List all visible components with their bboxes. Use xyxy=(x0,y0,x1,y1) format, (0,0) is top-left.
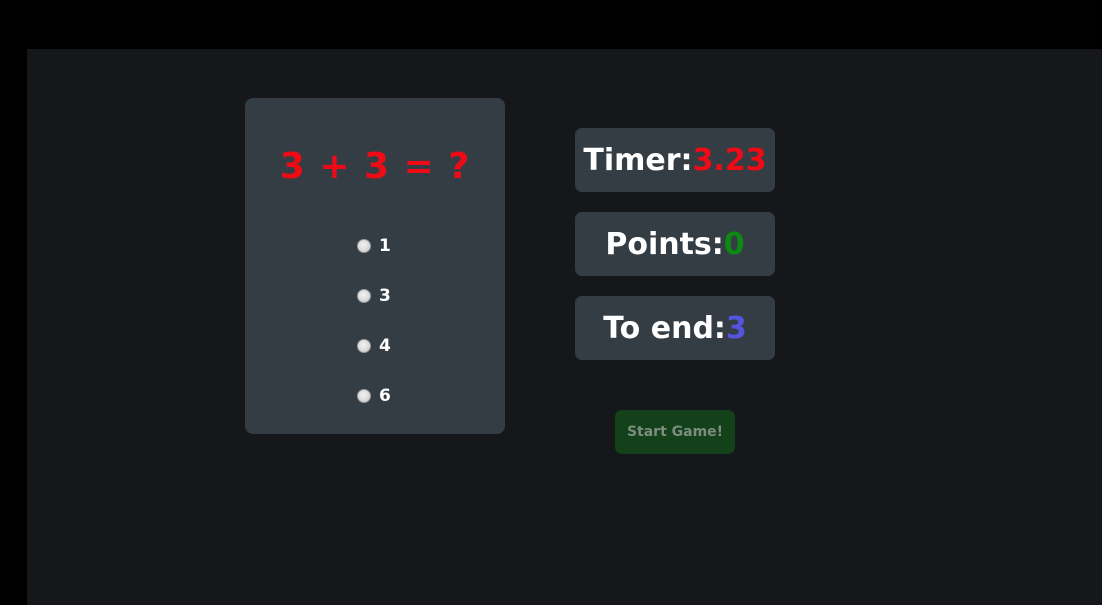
radio-button[interactable] xyxy=(357,339,371,353)
answer-option[interactable]: 4 xyxy=(245,335,505,385)
radio-button[interactable] xyxy=(357,239,371,253)
timer-label: Timer: xyxy=(583,142,693,178)
to-end-label: To end: xyxy=(603,310,726,346)
game-area: 3 + 3 = ? 1 3 4 6 Timer:3.23 Points:0 xyxy=(27,49,1102,605)
points-value: 0 xyxy=(723,226,745,262)
points-box: Points: 0 xyxy=(575,212,775,276)
answer-options: 1 3 4 6 xyxy=(245,235,505,435)
radio-button[interactable] xyxy=(357,289,371,303)
timer-value: 3.23 xyxy=(692,142,767,178)
question-text: 3 + 3 = ? xyxy=(279,146,471,187)
answer-option-label: 6 xyxy=(379,386,391,406)
answer-option-label: 3 xyxy=(379,286,391,306)
question-card: 3 + 3 = ? 1 3 4 6 xyxy=(245,98,505,434)
answer-option[interactable]: 3 xyxy=(245,285,505,335)
answer-option-label: 4 xyxy=(379,336,391,356)
start-game-button[interactable]: Start Game! xyxy=(615,410,735,454)
points-label: Points: xyxy=(605,226,724,262)
timer-box: Timer: 3.23 xyxy=(575,128,775,192)
to-end-value: 3 xyxy=(725,310,747,346)
to-end-box: To end: 3 xyxy=(575,296,775,360)
answer-option-label: 1 xyxy=(379,236,391,256)
answer-option[interactable]: 6 xyxy=(245,385,505,435)
answer-option[interactable]: 1 xyxy=(245,235,505,285)
radio-button[interactable] xyxy=(357,389,371,403)
